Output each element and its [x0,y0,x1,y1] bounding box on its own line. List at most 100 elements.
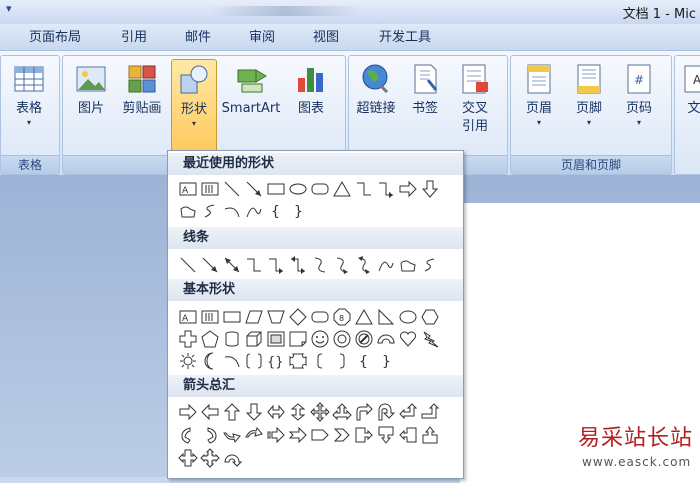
arrow-curved-left-icon[interactable] [200,425,220,445]
arrow-callout-left-right-icon[interactable] [178,448,198,468]
arrow-up-down-icon[interactable] [288,402,308,422]
shape-left-brace-icon[interactable]: { [266,201,286,221]
arrow-left-right-up-icon[interactable] [332,402,352,422]
line-scribble-icon[interactable] [420,255,440,275]
line-elbow-double-arrow-icon[interactable] [288,255,308,275]
basic-right-bracket-icon[interactable] [332,351,352,371]
shape-triangle-icon[interactable] [332,179,352,199]
basic-right-triangle-icon[interactable] [376,307,396,327]
basic-vertical-text-icon[interactable] [200,307,220,327]
arrow-callout-up-icon[interactable] [420,425,440,445]
arrow-bent-up-icon[interactable] [420,402,440,422]
line-elbow-arrow-icon[interactable] [266,255,286,275]
basic-diamond-icon[interactable] [288,307,308,327]
shape-right-arrow-icon[interactable] [398,179,418,199]
line-arrow-icon[interactable] [200,255,220,275]
page-number-button[interactable]: # 页码 ▾ [617,62,661,128]
shape-scribble-icon[interactable] [200,201,220,221]
line-straight-icon[interactable] [178,255,198,275]
arrow-striped-right-icon[interactable] [266,425,286,445]
line-curved-connector-icon[interactable] [310,255,330,275]
tab-view[interactable]: 视图 [304,28,348,48]
arrow-down-icon[interactable] [244,402,264,422]
shape-arc-icon[interactable] [222,201,242,221]
basic-folded-corner-icon[interactable] [288,329,308,349]
basic-donut-icon[interactable] [332,329,352,349]
arrow-pentagon-icon[interactable] [310,425,330,445]
line-curve-icon[interactable] [376,255,396,275]
arrow-up-icon[interactable] [222,402,242,422]
shape-right-brace-icon[interactable]: } [288,201,308,221]
line-elbow-icon[interactable] [244,255,264,275]
basic-text-box-icon[interactable]: A [178,307,198,327]
smartart-button[interactable]: SmartArt [219,62,283,118]
basic-octagon-icon[interactable]: 8 [332,307,352,327]
bookmark-button[interactable]: 书签 [405,62,445,118]
tab-references[interactable]: 引用 [112,28,156,48]
shape-elbow-arrow-connector-icon[interactable] [376,179,396,199]
shape-freeform-icon[interactable] [178,201,198,221]
basic-bevel-icon[interactable] [266,329,286,349]
shape-elbow-connector-icon[interactable] [354,179,374,199]
line-curved-double-arrow-icon[interactable] [354,255,374,275]
tab-mailings[interactable]: 邮件 [176,28,220,48]
quick-access-dropdown-icon[interactable]: ▾ [6,2,12,15]
arrow-circular-icon[interactable] [222,448,242,468]
chart-button[interactable]: 图表 [289,62,333,118]
hyperlink-button[interactable]: 超链接 [353,62,399,118]
shape-down-arrow-icon[interactable] [420,179,440,199]
arrow-callout-quad-icon[interactable] [200,448,220,468]
basic-cube-icon[interactable] [244,329,264,349]
shape-line-icon[interactable] [222,179,242,199]
arrow-bent-icon[interactable] [354,402,374,422]
basic-rectangle-icon[interactable] [222,307,242,327]
line-curved-arrow-connector-icon[interactable] [332,255,352,275]
arrow-callout-down-icon[interactable] [376,425,396,445]
tab-review[interactable]: 审阅 [240,28,284,48]
basic-smiley-icon[interactable] [310,329,330,349]
basic-trapezoid-icon[interactable] [266,307,286,327]
basic-right-brace-icon[interactable]: } [376,351,396,371]
basic-lightning-icon[interactable] [420,329,440,349]
basic-block-arc-icon[interactable] [376,329,396,349]
basic-oval-icon[interactable] [398,307,418,327]
basic-triangle-icon[interactable] [354,307,374,327]
table-button[interactable]: 表格 ▾ [7,62,51,128]
shape-arrow-line-icon[interactable] [244,179,264,199]
shape-rounded-rect-icon[interactable] [310,179,330,199]
arrow-curved-up-icon[interactable] [222,425,242,445]
tab-page-layout[interactable]: 页面布局 [22,28,88,48]
textbox-button[interactable]: A 文 [679,62,700,118]
basic-pentagon-icon[interactable] [200,329,220,349]
arrow-right-icon[interactable] [178,402,198,422]
arrow-notched-right-icon[interactable] [288,425,308,445]
clipart-button[interactable]: 剪贴画 [117,62,167,118]
basic-cross-icon[interactable] [178,329,198,349]
cross-reference-button[interactable]: 交叉 引用 [453,62,497,136]
arrow-quad-icon[interactable] [310,402,330,422]
arrow-curved-down-icon[interactable] [244,425,264,445]
basic-heart-icon[interactable] [398,329,418,349]
basic-left-bracket-icon[interactable] [310,351,330,371]
shape-text-box-icon[interactable]: A [178,179,198,199]
header-button[interactable]: 页眉 ▾ [517,62,561,128]
arrow-u-turn-icon[interactable] [376,402,396,422]
arrow-left-right-icon[interactable] [266,402,286,422]
basic-arc-icon[interactable] [222,351,242,371]
shape-oval-icon[interactable] [288,179,308,199]
basic-plaque-icon[interactable] [288,351,308,371]
line-freeform-icon[interactable] [398,255,418,275]
basic-can-icon[interactable] [222,329,242,349]
arrow-callout-right-icon[interactable] [354,425,374,445]
arrow-left-icon[interactable] [200,402,220,422]
tab-developer[interactable]: 开发工具 [370,28,440,48]
basic-no-symbol-icon[interactable] [354,329,374,349]
shape-rectangle-icon[interactable] [266,179,286,199]
basic-sun-icon[interactable] [178,351,198,371]
basic-left-brace-icon[interactable]: { [354,351,374,371]
basic-hexagon-icon[interactable] [420,307,440,327]
footer-button[interactable]: 页脚 ▾ [567,62,611,128]
shape-vertical-text-box-icon[interactable] [200,179,220,199]
basic-moon-icon[interactable] [200,351,220,371]
shape-curve-icon[interactable] [244,201,264,221]
